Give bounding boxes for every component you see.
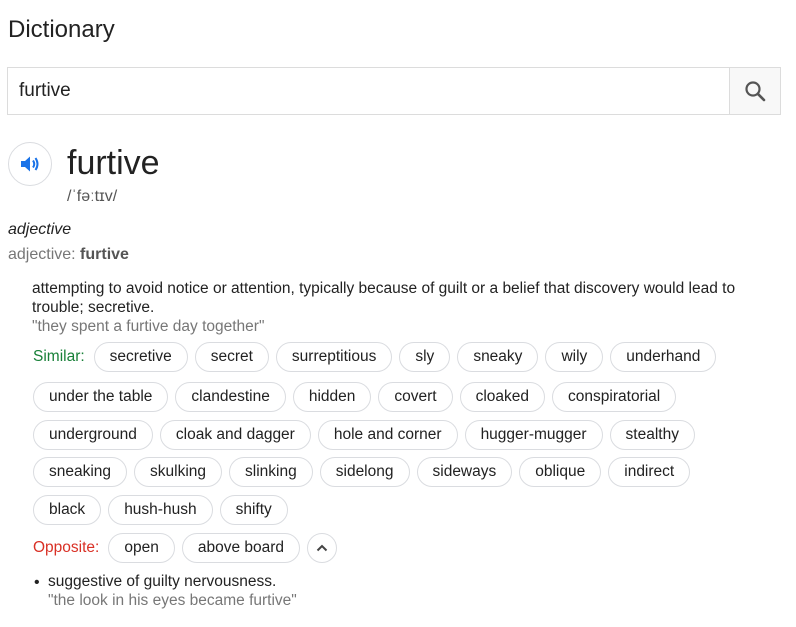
page-title: Dictionary xyxy=(8,16,115,43)
similar-row-3: underground cloak and dagger hole and co… xyxy=(33,420,695,450)
synonym-chip[interactable]: surreptitious xyxy=(275,342,393,372)
synonym-chip[interactable]: sneaky xyxy=(457,342,539,372)
synonym-chip[interactable]: hugger-mugger xyxy=(464,420,603,450)
chevron-up-icon xyxy=(316,544,328,552)
synonym-chip[interactable]: hidden xyxy=(292,382,372,412)
synonym-chip[interactable]: slinking xyxy=(229,457,313,487)
opposite-label: Opposite: xyxy=(33,539,100,556)
pronunciation-button[interactable] xyxy=(8,142,52,186)
synonym-chip[interactable]: clandestine xyxy=(175,382,286,412)
synonym-chip[interactable]: hush-hush xyxy=(108,495,213,525)
similar-row-4: sneaking skulking slinking sidelong side… xyxy=(33,457,691,487)
synonym-chip[interactable]: sly xyxy=(399,342,451,372)
part-of-speech: adjective xyxy=(8,221,72,238)
collapse-button[interactable] xyxy=(307,533,338,563)
phonetic-text: /ˈfəːtɪv/ xyxy=(67,188,118,205)
synonym-chip[interactable]: conspiratorial xyxy=(552,382,677,412)
synonym-chip[interactable]: sneaking xyxy=(33,457,128,487)
synonym-chip[interactable]: skulking xyxy=(134,457,223,487)
synonym-chip[interactable]: underground xyxy=(33,420,153,450)
search-input[interactable] xyxy=(8,68,729,114)
synonym-chip[interactable]: stealthy xyxy=(609,420,695,450)
opposite-row: Opposite: open above board xyxy=(33,533,338,563)
synonym-chip[interactable]: secret xyxy=(194,342,269,372)
synonym-chip[interactable]: indirect xyxy=(608,457,691,487)
synonym-chip[interactable]: cloak and dagger xyxy=(159,420,311,450)
bullet: • xyxy=(34,574,40,591)
synonym-chip[interactable]: shifty xyxy=(219,495,288,525)
synonym-chip[interactable]: sideways xyxy=(416,457,513,487)
synonym-chip[interactable]: black xyxy=(33,495,102,525)
search-icon xyxy=(745,81,766,102)
synonym-chip[interactable]: cloaked xyxy=(459,382,546,412)
definition-2: suggestive of guilty nervousness. xyxy=(48,573,277,590)
antonym-chip[interactable]: open xyxy=(108,533,175,563)
synonym-chip[interactable]: secretive xyxy=(93,342,188,372)
similar-row-2: under the table clandestine hidden cover… xyxy=(33,382,677,412)
pos-word: furtive xyxy=(80,246,129,263)
similar-row-1: Similar: secretive secret surreptitious … xyxy=(33,342,717,372)
synonym-chip[interactable]: covert xyxy=(378,382,453,412)
search-button[interactable] xyxy=(729,68,780,114)
speaker-icon xyxy=(21,156,39,172)
definition-1: attempting to avoid notice or attention,… xyxy=(32,280,736,316)
similar-label: Similar: xyxy=(33,348,85,365)
search-bar xyxy=(7,67,781,115)
synonym-chip[interactable]: underhand xyxy=(610,342,717,372)
pos-label: adjective: xyxy=(8,246,76,263)
antonym-chip[interactable]: above board xyxy=(181,533,301,563)
synonym-chip[interactable]: oblique xyxy=(519,457,602,487)
synonym-chip[interactable]: hole and corner xyxy=(317,420,458,450)
synonym-chip[interactable]: sidelong xyxy=(319,457,410,487)
synonym-chip[interactable]: under the table xyxy=(33,382,169,412)
synonym-chip[interactable]: wily xyxy=(545,342,604,372)
similar-row-5: black hush-hush shifty xyxy=(33,495,288,525)
example-1: "they spent a furtive day together" xyxy=(32,318,265,335)
headword: furtive xyxy=(67,144,160,182)
pos-header: adjective: furtive xyxy=(8,246,129,264)
example-2: "the look in his eyes became furtive" xyxy=(48,592,297,609)
